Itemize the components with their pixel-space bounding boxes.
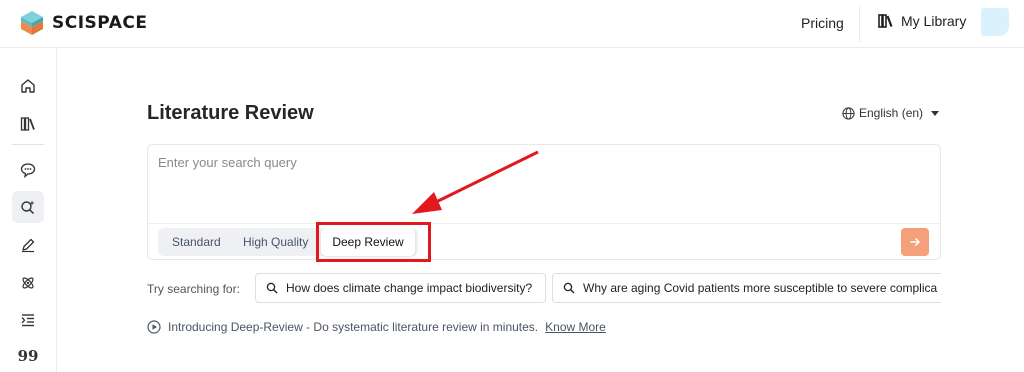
chat-icon	[20, 163, 36, 178]
search-options-bar: Standard High Quality Deep Review	[148, 223, 940, 259]
know-more-link[interactable]: Know More	[545, 320, 606, 334]
sidebar: 99	[0, 48, 57, 372]
indent-list-icon	[21, 314, 34, 327]
sidebar-item-writer[interactable]	[12, 229, 44, 261]
header-divider	[859, 6, 860, 42]
books-icon	[878, 14, 893, 28]
brand-name: SCISPACE	[52, 13, 148, 33]
sidebar-item-home[interactable]	[12, 70, 44, 102]
page-title: Literature Review	[147, 102, 314, 124]
try-searching-label: Try searching for:	[147, 282, 240, 296]
search-box: Standard High Quality Deep Review	[147, 144, 941, 260]
sidebar-divider	[12, 144, 44, 145]
my-library-label: My Library	[901, 13, 967, 29]
pricing-link[interactable]: Pricing	[801, 15, 844, 31]
scispace-logo-icon	[21, 11, 43, 35]
language-label: English (en)	[859, 106, 924, 120]
sidebar-item-paraphraser[interactable]	[12, 304, 44, 336]
my-library-button[interactable]: My Library	[878, 13, 966, 29]
mode-standard[interactable]: Standard	[172, 228, 221, 256]
intro-text: Introducing Deep-Review - Do systematic …	[168, 320, 539, 334]
intro-banner: Introducing Deep-Review - Do systematic …	[147, 320, 606, 334]
search-icon	[266, 282, 278, 294]
chevron-down-icon	[931, 110, 940, 116]
books-icon	[20, 117, 35, 131]
sidebar-item-extract[interactable]	[12, 267, 44, 299]
submit-button[interactable]	[901, 228, 929, 256]
sidebar-item-library[interactable]	[12, 108, 44, 140]
search-icon	[563, 282, 575, 294]
suggestion-text: Why are aging Covid patients more suscep…	[583, 281, 938, 295]
suggestion-text: How does climate change impact biodivers…	[286, 281, 533, 295]
arrow-right-icon	[910, 237, 921, 247]
atom-icon	[22, 277, 34, 289]
pen-icon	[22, 238, 35, 253]
language-selector[interactable]: English (en)	[842, 106, 940, 120]
globe-icon	[842, 106, 855, 120]
sidebar-item-chat[interactable]	[12, 154, 44, 186]
user-avatar[interactable]	[981, 8, 1009, 36]
quote-icon: 99	[17, 347, 39, 365]
mode-high-quality[interactable]: High Quality	[243, 228, 308, 256]
brand-logo[interactable]: SCISPACE	[20, 10, 147, 36]
top-bar: SCISPACE Pricing My Library	[0, 0, 1024, 48]
sidebar-item-literature-review[interactable]	[12, 191, 44, 223]
suggestion-chip[interactable]: Why are aging Covid patients more suscep…	[552, 273, 941, 303]
suggestion-chip[interactable]: How does climate change impact biodivers…	[255, 273, 546, 303]
search-input[interactable]	[158, 155, 918, 170]
play-circle-icon	[147, 320, 161, 334]
sidebar-item-citation[interactable]: 99	[12, 340, 44, 372]
search-sparkle-icon	[21, 200, 35, 215]
annotation-highlight-box	[316, 222, 431, 262]
home-icon	[21, 79, 35, 93]
